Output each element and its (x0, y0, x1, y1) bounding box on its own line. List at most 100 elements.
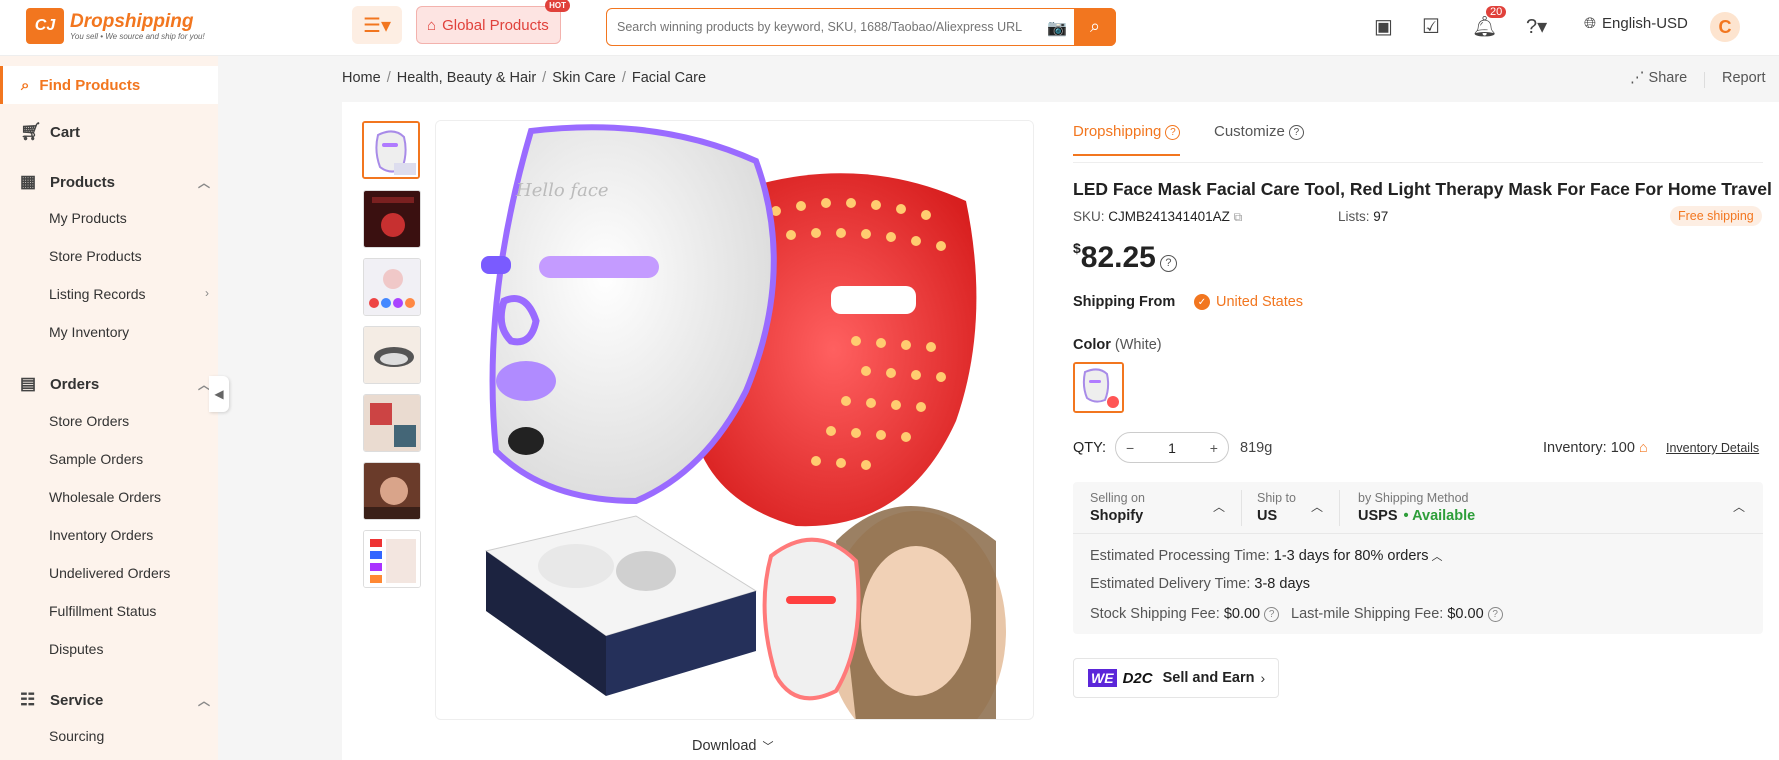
help-icon[interactable]: ? (1264, 607, 1280, 622)
report-button[interactable]: Report (1722, 70, 1766, 86)
brand-name: Dropshipping (70, 10, 194, 32)
sidebar-item-cart[interactable]: 🛒︎ Cart (20, 122, 210, 142)
stock-fee-row: Stock Shipping Fee: $0.00? (1090, 606, 1280, 622)
tab-dropshipping[interactable]: Dropshipping? (1073, 123, 1181, 156)
thumbnail[interactable] (363, 190, 421, 248)
products-icon: ▦ (20, 172, 37, 191)
plus-button[interactable]: + (1210, 440, 1218, 456)
delivery-time-row: Estimated Delivery Time: 3-8 days (1090, 576, 1311, 592)
chevron-up-icon: ︿ (1311, 500, 1324, 514)
breadcrumb: Home / Health, Beauty & Hair / Skin Care / … (342, 70, 707, 86)
main-product-image[interactable]: Hello face (435, 120, 1034, 720)
sidebar-item-inventory-orders[interactable]: Inventory Orders (49, 527, 209, 543)
search-button[interactable]: ⌕ (1074, 7, 1116, 46)
inventory: Inventory: 100 ⌂ (1543, 440, 1648, 456)
minus-button[interactable]: − (1126, 440, 1134, 456)
camera-icon[interactable]: 📷 (1047, 18, 1067, 38)
sidebar-item-my-inventory[interactable]: My Inventory (49, 324, 209, 340)
sidebar-item-my-products[interactable]: My Products (49, 210, 209, 226)
orders-icon: ▤ (20, 374, 37, 393)
sidebar-item-wholesale-orders[interactable]: Wholesale Orders (49, 489, 209, 505)
share-button[interactable]: ⋰ Share (1630, 70, 1687, 86)
shipping-from-country[interactable]: ✓ United States (1194, 294, 1303, 310)
tab-customize[interactable]: Customize? (1214, 123, 1304, 140)
breadcrumb-subcategory[interactable]: Skin Care (552, 70, 616, 86)
svg-text:Hello face: Hello face (515, 180, 609, 201)
quantity-stepper: − 1 + (1115, 432, 1229, 463)
thumbnail[interactable] (363, 326, 421, 384)
category-menu-button[interactable]: ☰▾ (352, 6, 402, 44)
shipping-from-label: Shipping From (1073, 294, 1176, 310)
color-label: Color (White) (1073, 337, 1162, 353)
logo[interactable]: CJ Dropshipping You sell • We source and… (26, 8, 205, 44)
mask-thumb-icon (364, 123, 418, 177)
thumbnail[interactable] (363, 258, 421, 316)
lastmile-fee-row: Last-mile Shipping Fee: $0.00? (1291, 606, 1503, 622)
bell-icon[interactable]: 🔔︎ 20 (1472, 6, 1507, 39)
thumbnail[interactable] (363, 530, 421, 588)
search-bar: 📷 ⌕ (606, 7, 1116, 46)
calendar-check-icon[interactable]: ☑ (1422, 14, 1440, 39)
mask-swatch-icon (1075, 364, 1122, 411)
help-icon: ? (1165, 125, 1181, 140)
ship-to-selector[interactable]: Ship to US (1257, 491, 1296, 524)
sidebar-item-label: Find Products (39, 76, 141, 94)
sidebar-group-service[interactable]: ☷ Service ︿ (20, 690, 210, 710)
thumbnail[interactable] (363, 462, 421, 520)
help-icon[interactable]: ? (1487, 607, 1503, 622)
inventory-details-link[interactable]: Inventory Details (1666, 441, 1759, 455)
model-thumb-icon (364, 463, 420, 519)
d2c-sell-and-earn-button[interactable]: WE D2C Sell and Earn › (1073, 658, 1279, 698)
thumbnail[interactable] (363, 394, 421, 452)
color-swatch-white[interactable] (1073, 362, 1124, 413)
sidebar-item-store-products[interactable]: Store Products (49, 248, 209, 264)
logo-mark-icon: CJ (26, 8, 64, 44)
breadcrumb-home[interactable]: Home (342, 70, 381, 86)
free-shipping-badge: Free shipping (1670, 206, 1762, 226)
mask-side-thumb-icon (364, 327, 420, 383)
product-title: LED Face Mask Facial Care Tool, Red Ligh… (1073, 179, 1772, 199)
quantity-value[interactable]: 1 (1168, 440, 1176, 456)
download-button[interactable]: Download ﹀ (692, 738, 774, 754)
global-products-button[interactable]: ⌂ Global Products HOT (416, 0, 570, 44)
sidebar-item-store-orders[interactable]: Store Orders (49, 413, 209, 429)
breadcrumb-current[interactable]: Facial Care (632, 70, 706, 86)
sidebar-item-undelivered-orders[interactable]: Undelivered Orders (49, 565, 209, 581)
video-icon[interactable]: ▣ (1374, 14, 1393, 39)
avatar[interactable]: C (1710, 12, 1740, 42)
sidebar-group-products[interactable]: ▦ Products ︿ (20, 172, 210, 192)
chevron-left-icon: ◀ (214, 387, 224, 401)
hot-badge: HOT (545, 0, 570, 12)
help-icon[interactable]: ?▾ (1526, 14, 1547, 39)
language-selector[interactable]: 🌐︎ English-USD (1584, 15, 1688, 32)
lists: Lists: 97 (1338, 209, 1389, 224)
shipping-method-selector[interactable]: by Shipping Method USPS • Available (1358, 491, 1475, 524)
sidebar-item-sample-orders[interactable]: Sample Orders (49, 451, 209, 467)
warehouse-icon: ⌂ (1638, 440, 1648, 456)
search-input[interactable] (607, 10, 1027, 44)
shipping-box: Selling on Shopify ︿ Ship to US ︿ by Shi… (1073, 482, 1763, 634)
help-icon[interactable]: ? (1159, 255, 1177, 272)
share-icon: ⋰ (1630, 70, 1649, 86)
sidebar-item-listing-records[interactable]: Listing Records › (49, 286, 209, 302)
service-icon: ☷ (20, 690, 36, 709)
sidebar-group-orders[interactable]: ▤ Orders ︿ (20, 374, 210, 394)
selling-on-selector[interactable]: Selling on Shopify (1090, 491, 1145, 524)
thumbnail[interactable] (362, 121, 420, 179)
breadcrumb-category[interactable]: Health, Beauty & Hair (397, 70, 536, 86)
chart-thumb-icon (364, 531, 420, 587)
chevron-up-icon[interactable]: ︿ (1733, 498, 1745, 515)
lifestyle-thumb-icon (364, 395, 420, 451)
sidebar-item-sourcing[interactable]: Sourcing (49, 728, 209, 744)
shipping-selectors: Selling on Shopify ︿ Ship to US ︿ by Shi… (1073, 482, 1763, 534)
copy-icon[interactable]: ⧉ (1234, 210, 1243, 224)
sidebar-item-fulfillment-status[interactable]: Fulfillment Status (49, 603, 209, 619)
chevron-up-icon: ︿ (1213, 500, 1226, 514)
availability-status: • Available (1403, 508, 1476, 524)
help-icon: ? (1288, 125, 1304, 140)
sidebar-item-disputes[interactable]: Disputes (49, 641, 209, 657)
chevron-up-icon[interactable]: ︿ (1429, 551, 1443, 563)
chevron-right-icon: › (1260, 670, 1266, 686)
sidebar-item-find-products[interactable]: ⌕ Find Products (0, 66, 218, 104)
sidebar-collapse-button[interactable]: ◀ (209, 376, 229, 412)
